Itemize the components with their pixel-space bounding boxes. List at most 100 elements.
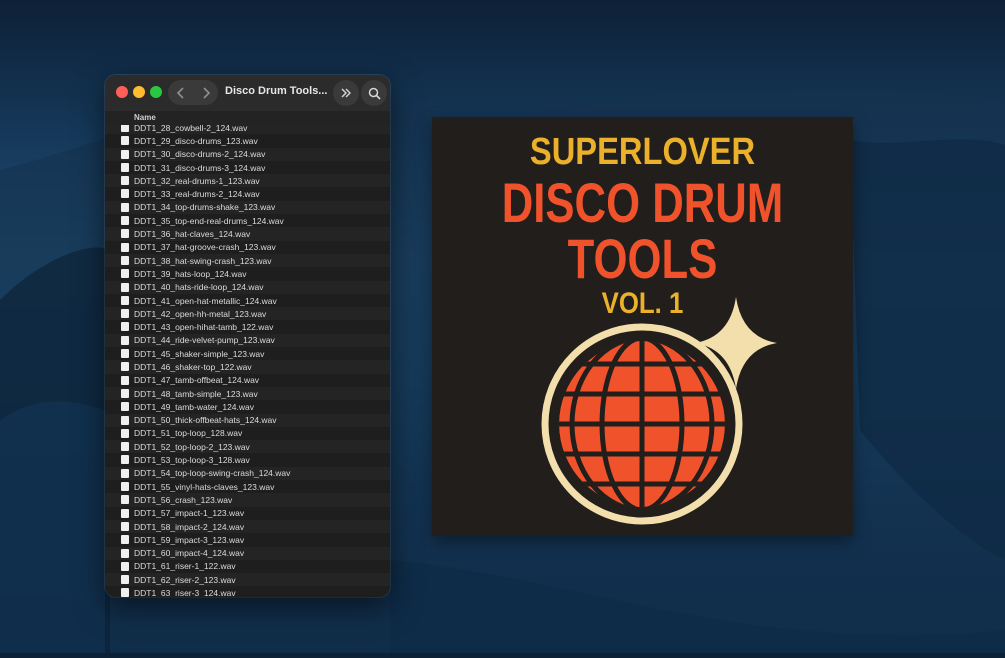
file-row[interactable]: DDT1_57_impact-1_123.wav xyxy=(105,506,390,520)
file-row[interactable]: DDT1_60_impact-4_124.wav xyxy=(105,546,390,560)
wav-file-icon xyxy=(121,442,129,452)
file-name: DDT1_36_hat-claves_124.wav xyxy=(134,229,251,240)
file-name: DDT1_33_real-drums-2_124.wav xyxy=(134,189,260,200)
wav-file-icon xyxy=(121,362,129,372)
search-button[interactable] xyxy=(361,80,387,106)
finder-window[interactable]: Disco Drum Tools... Name DDT1_28_cowbell… xyxy=(105,75,390,597)
search-icon xyxy=(368,87,381,100)
file-row[interactable]: DDT1_53_top-loop-3_128.wav xyxy=(105,453,390,467)
file-name: DDT1_38_hat-swing-crash_123.wav xyxy=(134,255,272,266)
wav-file-icon xyxy=(121,588,129,597)
wav-file-icon xyxy=(121,269,129,279)
wav-file-icon xyxy=(121,349,129,359)
file-row[interactable]: DDT1_44_ride-velvet-pump_123.wav xyxy=(105,333,390,348)
file-name: DDT1_37_hat-groove-crash_123.wav xyxy=(134,242,276,253)
chevron-left-icon xyxy=(176,86,184,99)
wav-file-icon xyxy=(121,202,129,212)
wav-file-icon xyxy=(121,521,129,531)
file-row[interactable]: DDT1_28_cowbell-2_124.wav xyxy=(105,125,390,135)
file-list[interactable]: DDT1_28_cowbell-2_124.wav DDT1_29_disco-d… xyxy=(105,125,390,597)
file-row[interactable]: DDT1_38_hat-swing-crash_123.wav xyxy=(105,253,390,268)
wav-file-icon xyxy=(121,162,129,172)
file-row[interactable]: DDT1_32_real-drums-1_123.wav xyxy=(105,174,390,188)
file-row[interactable]: DDT1_30_disco-drums-2_124.wav xyxy=(105,147,390,161)
wav-file-icon xyxy=(121,176,129,186)
globe-icon xyxy=(559,341,725,507)
file-name: DDT1_47_tamb-offbeat_124.wav xyxy=(134,375,260,386)
wav-file-icon xyxy=(121,548,129,558)
window-title: Disco Drum Tools... xyxy=(225,85,328,97)
file-name: DDT1_31_disco-drums-3_124.wav xyxy=(134,162,266,173)
forward-button[interactable] xyxy=(193,80,218,105)
file-name: DDT1_54_top-loop-swing-crash_124.wav xyxy=(134,468,291,479)
minimize-window-button[interactable] xyxy=(133,86,145,98)
file-row[interactable]: DDT1_50_thick-offbeat-hats_124.wav xyxy=(105,413,390,427)
file-row[interactable]: DDT1_47_tamb-offbeat_124.wav xyxy=(105,373,390,387)
file-row[interactable]: DDT1_63_riser-3_124.wav xyxy=(105,586,390,597)
file-name: DDT1_34_top-drums-shake_123.wav xyxy=(134,202,276,213)
back-button[interactable] xyxy=(168,80,193,105)
file-name: DDT1_30_disco-drums-2_124.wav xyxy=(134,149,266,160)
window-titlebar[interactable]: Disco Drum Tools... xyxy=(105,75,390,111)
file-row[interactable]: DDT1_40_hats-ride-loop_124.wav xyxy=(105,280,390,294)
file-row[interactable]: DDT1_52_top-loop-2_123.wav xyxy=(105,440,390,454)
file-name: DDT1_62_riser-2_123.wav xyxy=(134,574,236,585)
file-row[interactable]: DDT1_34_top-drums-shake_123.wav xyxy=(105,200,390,215)
file-row[interactable]: DDT1_36_hat-claves_124.wav xyxy=(105,227,390,241)
wav-file-icon xyxy=(121,388,129,398)
file-name: DDT1_39_hats-loop_124.wav xyxy=(134,268,247,279)
file-name: DDT1_51_top-loop_128.wav xyxy=(134,428,243,439)
file-row[interactable]: DDT1_61_riser-1_122.wav xyxy=(105,559,390,574)
file-row[interactable]: DDT1_42_open-hh-metal_123.wav xyxy=(105,307,390,321)
file-row[interactable]: DDT1_45_shaker-simple_123.wav xyxy=(105,347,390,361)
close-window-button[interactable] xyxy=(116,86,128,98)
file-row[interactable]: DDT1_54_top-loop-swing-crash_124.wav xyxy=(105,466,390,481)
file-row[interactable]: DDT1_41_open-hat-metallic_124.wav xyxy=(105,293,390,308)
file-name: DDT1_57_impact-1_123.wav xyxy=(134,508,245,519)
file-row[interactable]: DDT1_37_hat-groove-crash_123.wav xyxy=(105,240,390,254)
wav-file-icon xyxy=(121,282,129,292)
wav-file-icon xyxy=(121,402,129,412)
wav-file-icon xyxy=(121,468,129,478)
wav-file-icon xyxy=(121,309,129,319)
file-row[interactable]: DDT1_51_top-loop_128.wav xyxy=(105,426,390,441)
file-row[interactable]: DDT1_55_vinyl-hats-claves_123.wav xyxy=(105,480,390,494)
wav-file-icon xyxy=(121,495,129,505)
wav-file-icon xyxy=(121,322,129,332)
more-toolbar-items-button[interactable] xyxy=(333,80,359,106)
file-name: DDT1_42_open-hh-metal_123.wav xyxy=(134,308,267,319)
file-row[interactable]: DDT1_48_tamb-simple_123.wav xyxy=(105,386,390,401)
file-row[interactable]: DDT1_46_shaker-top_122.wav xyxy=(105,360,390,374)
wav-file-icon xyxy=(121,255,129,265)
file-row[interactable]: DDT1_62_riser-2_123.wav xyxy=(105,573,390,587)
file-row[interactable]: DDT1_33_real-drums-2_124.wav xyxy=(105,187,390,201)
wav-file-icon xyxy=(121,216,129,226)
zoom-window-button[interactable] xyxy=(150,86,162,98)
file-name: DDT1_63_riser-3_124.wav xyxy=(134,588,236,597)
file-row[interactable]: DDT1_58_impact-2_124.wav xyxy=(105,519,390,534)
file-name: DDT1_50_thick-offbeat-hats_124.wav xyxy=(134,415,277,426)
wav-file-icon xyxy=(121,482,129,492)
file-row[interactable]: DDT1_43_open-hihat-tamb_122.wav xyxy=(105,320,390,334)
file-name: DDT1_44_ride-velvet-pump_123.wav xyxy=(134,335,275,346)
name-column-header[interactable]: Name xyxy=(105,111,390,126)
column-header-label: Name xyxy=(134,113,156,122)
file-row[interactable]: DDT1_39_hats-loop_124.wav xyxy=(105,267,390,281)
file-row[interactable]: DDT1_59_impact-3_123.wav xyxy=(105,533,390,547)
navigation-buttons xyxy=(168,80,218,105)
file-name: DDT1_32_real-drums-1_123.wav xyxy=(134,175,260,186)
wav-file-icon xyxy=(121,535,129,545)
file-name: DDT1_58_impact-2_124.wav xyxy=(134,521,245,532)
file-row[interactable]: DDT1_31_disco-drums-3_124.wav xyxy=(105,160,390,175)
file-row[interactable]: DDT1_56_crash_123.wav xyxy=(105,493,390,507)
file-row[interactable]: DDT1_49_tamb-water_124.wav xyxy=(105,400,390,414)
wav-file-icon xyxy=(121,415,129,425)
file-name: DDT1_52_top-loop-2_123.wav xyxy=(134,441,250,452)
double-chevron-right-icon xyxy=(341,88,351,98)
file-name: DDT1_55_vinyl-hats-claves_123.wav xyxy=(134,481,275,492)
file-name: DDT1_60_impact-4_124.wav xyxy=(134,548,245,559)
file-row[interactable]: DDT1_29_disco-drums_123.wav xyxy=(105,134,390,148)
file-name: DDT1_40_hats-ride-loop_124.wav xyxy=(134,282,264,293)
wav-file-icon xyxy=(121,125,129,132)
file-row[interactable]: DDT1_35_top-end-real-drums_124.wav xyxy=(105,214,390,228)
